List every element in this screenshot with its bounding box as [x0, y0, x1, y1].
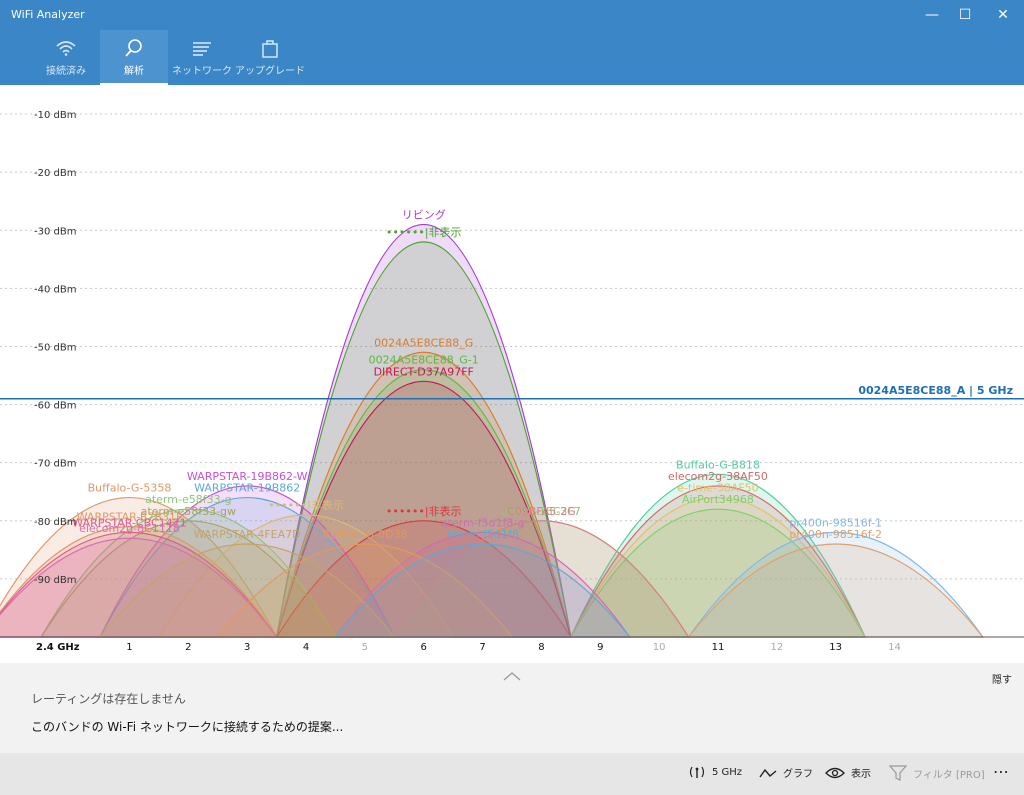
suggestion-link[interactable]: このバンドの Wi-Fi ネットワークに接続するための提案... — [31, 718, 343, 735]
tab-upgrade[interactable]: アップグレード — [235, 30, 305, 85]
x-tick-label: 4 — [303, 642, 309, 653]
y-tick-label: -90 dBm — [34, 575, 76, 586]
x-tick-label: 7 — [479, 642, 485, 653]
band-label: 5 GHz — [712, 766, 743, 778]
title-bar: WiFi Analyzer — ☐ ✕ — [0, 0, 1024, 30]
network-label: ••••••|非表示 — [386, 225, 462, 239]
more-icon: ⋯ — [993, 762, 1009, 781]
tab-connected[interactable]: 接続済み — [32, 30, 100, 85]
y-tick-label: -40 dBm — [34, 284, 76, 295]
maximize-icon: ☐ — [958, 7, 972, 23]
graph-label: グラフ — [783, 769, 813, 780]
tab-upgrade-label: アップグレード — [235, 66, 305, 77]
band-button[interactable]: 5 GHz — [688, 765, 742, 779]
graph-button[interactable]: グラフ — [759, 765, 813, 780]
channel-graph-svg: リビング ••••••|非表示 0024A5E8CE88_G 0024A5E8CE88… — [0, 110, 1024, 653]
network-label: AirPort34968 — [682, 493, 754, 506]
x-tick-label: 12 — [770, 642, 783, 653]
y-tick-label: -50 dBm — [34, 342, 76, 353]
x-tick-label: 11 — [712, 642, 725, 653]
tab-connected-label: 接続済み — [46, 66, 86, 77]
x-tick-label: 14 — [888, 642, 901, 653]
y-tick-label: -30 dBm — [34, 226, 76, 237]
y-tick-label: -70 dBm — [34, 459, 76, 470]
more-button[interactable]: ⋯ — [993, 762, 1009, 781]
view-label: 表示 — [851, 769, 871, 780]
x-tick-label: 2 — [185, 642, 191, 653]
tab-networks-label: ネットワーク — [172, 66, 232, 77]
details-panel: 隠す レーティングは存在しません このバンドの Wi-Fi ネットワークに接続す… — [0, 663, 1024, 753]
x-tick-label: 3 — [244, 642, 250, 653]
filter-icon — [889, 765, 907, 781]
network-label: WARPSTAR-4FEA7D — [194, 528, 301, 541]
y-tick-label: -20 dBm — [34, 168, 76, 179]
expand-caret-icon[interactable] — [502, 667, 522, 686]
antenna-icon — [689, 766, 705, 778]
tab-analyze[interactable]: 解析 — [100, 30, 168, 85]
command-bar: 5 GHz グラフ 表示 フィルタ [PRO] ⋯ — [0, 753, 1024, 795]
filter-label: フィルタ [PRO] — [913, 769, 985, 781]
x-tick-label: 13 — [829, 642, 842, 653]
network-label: Buffalo-G-0D38 — [322, 528, 407, 541]
network-label: ••••••|非表示 — [268, 498, 344, 512]
app-title: WiFi Analyzer — [11, 8, 85, 21]
y-tick-label: -60 dBm — [34, 401, 76, 412]
tab-networks[interactable]: ネットワーク — [168, 30, 236, 85]
view-button[interactable]: 表示 — [825, 765, 871, 780]
filter-button[interactable]: フィルタ [PRO] — [889, 765, 985, 781]
analyze-icon — [122, 38, 146, 58]
tab-analyze-label: 解析 — [124, 66, 144, 77]
reference-line-label: 0024A5E8CE88_A | 5 GHz — [858, 384, 1013, 397]
minimize-icon: — — [925, 7, 939, 23]
network-label: aterm-f5d1f8 — [446, 528, 519, 541]
x-tick-label: 5 — [362, 642, 368, 653]
network-label: pr400n-98516f-2 — [789, 528, 882, 541]
shopping-bag-icon — [258, 38, 282, 58]
hide-button[interactable]: 隠す — [992, 671, 1012, 686]
x-tick-label: 6 — [421, 642, 427, 653]
wifi-icon — [54, 38, 78, 58]
close-button[interactable]: ✕ — [980, 0, 1024, 30]
channel-graph: リビング ••••••|非表示 0024A5E8CE88_G 0024A5E8CE88… — [0, 85, 1024, 663]
network-label: 0024A5E8CE88_G — [374, 336, 473, 349]
rating-text: レーティングは存在しません — [31, 692, 186, 706]
graph-icon — [759, 768, 777, 777]
x-tick-label: 10 — [653, 642, 666, 653]
band-axis-label: 2.4 GHz — [36, 642, 80, 653]
eye-icon — [825, 767, 845, 778]
network-label: リビング — [402, 207, 446, 221]
y-tick-label: -10 dBm — [34, 110, 76, 121]
x-tick-label: 9 — [597, 642, 603, 653]
network-list-icon — [190, 38, 214, 58]
x-tick-label: 1 — [126, 642, 132, 653]
network-label: elecom2g-8C1118 — [79, 522, 180, 535]
y-tick-label: -80 dBm — [34, 517, 76, 528]
close-icon: ✕ — [997, 7, 1009, 23]
network-label: DIRECT-D37A97FF — [374, 365, 474, 378]
x-tick-label: 8 — [538, 642, 544, 653]
nav-bar: 接続済み 解析 ネットワーク アップグレード — [0, 30, 1024, 85]
